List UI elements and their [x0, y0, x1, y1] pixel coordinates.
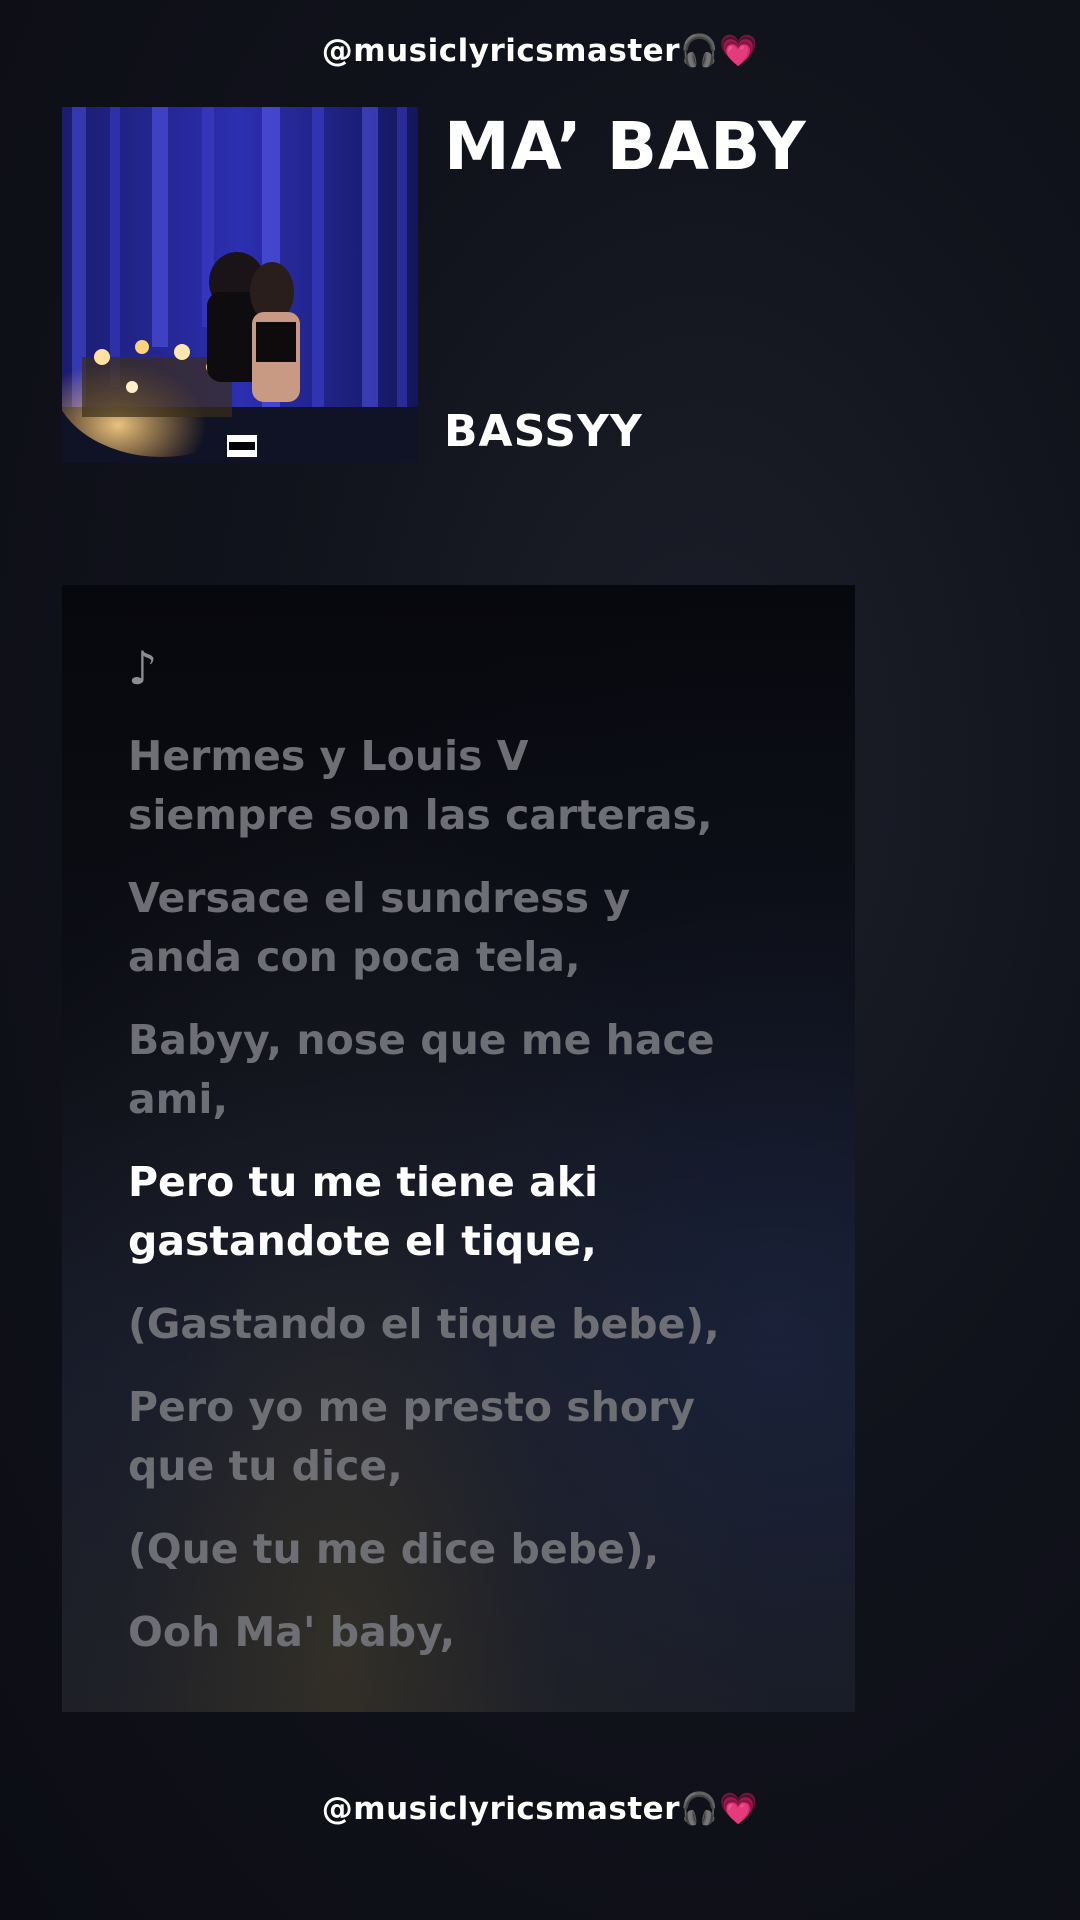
- pink-heart-icon: 💗: [719, 1791, 759, 1827]
- lyric-line[interactable]: (Gastando el tique bebe),: [128, 1295, 828, 1354]
- pink-heart-icon: 💗: [719, 33, 759, 69]
- music-note-icon: ♪: [128, 641, 158, 695]
- headphones-icon: 🎧: [680, 1791, 720, 1827]
- lyric-line[interactable]: Pero yo me presto shory que tu dice,: [128, 1378, 828, 1496]
- lyrics-card: ♪ Hermes y Louis V siempre son las carte…: [62, 585, 855, 1712]
- album-cover: [62, 107, 418, 463]
- handle-text: @musiclyricsmaster: [321, 33, 680, 69]
- handle-text: @musiclyricsmaster: [321, 1791, 680, 1827]
- song-title: MA’ BABY: [444, 108, 807, 185]
- bottom-handle: @musiclyricsmaster🎧💗: [0, 1790, 1080, 1827]
- lyric-list: Hermes y Louis V siempre son las cartera…: [128, 727, 828, 1686]
- lyric-line[interactable]: Babyy, nose que me hace ami,: [128, 1011, 828, 1129]
- top-handle: @musiclyricsmaster🎧💗: [0, 32, 1080, 69]
- lyric-line[interactable]: Ooh Ma' baby,: [128, 1603, 828, 1662]
- lyric-line[interactable]: (Que tu me dice bebe),: [128, 1520, 828, 1579]
- headphones-icon: 🎧: [680, 33, 720, 69]
- lyric-line-current[interactable]: Pero tu me tiene aki gastandote el tique…: [128, 1153, 828, 1271]
- lyric-line[interactable]: Versace el sundress y anda con poca tela…: [128, 869, 828, 987]
- story-page: @musiclyricsmaster🎧💗 MA’ BABY BASSYY ♪ H…: [0, 0, 1080, 1920]
- artist-name: BASSYY: [444, 406, 643, 457]
- lyric-line[interactable]: Hermes y Louis V siempre son las cartera…: [128, 727, 828, 845]
